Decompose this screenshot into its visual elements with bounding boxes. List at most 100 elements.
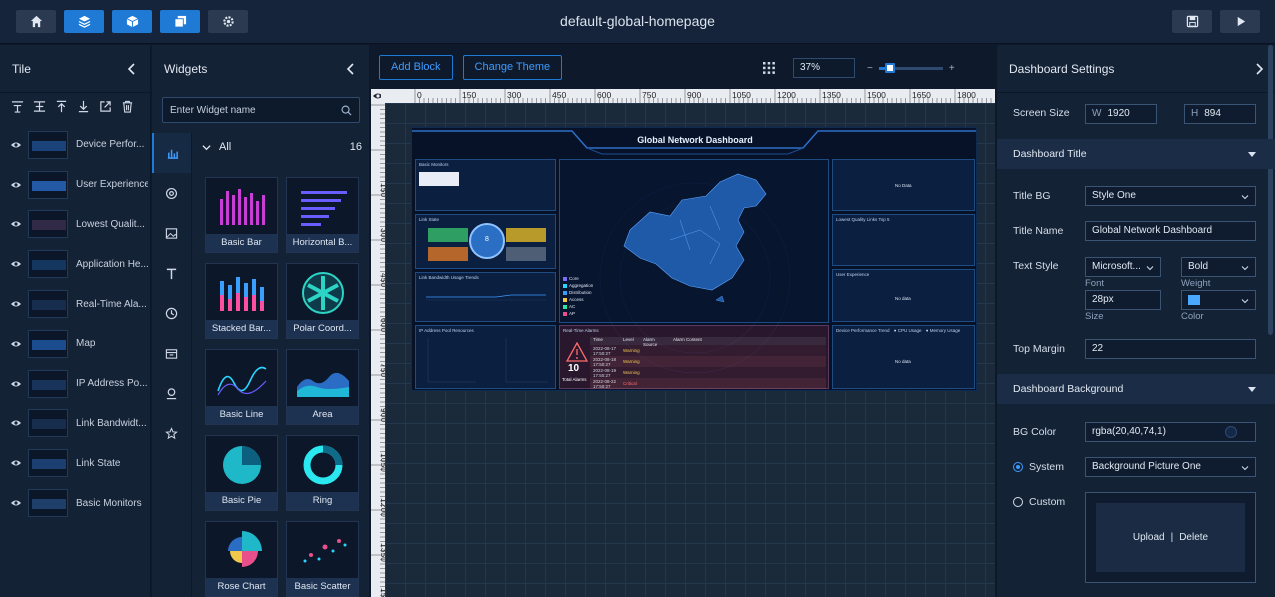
tile-item[interactable]: Link Bandwidt... xyxy=(0,404,150,444)
custom-radio-dot[interactable] xyxy=(1013,497,1023,507)
widget-card[interactable]: Basic Bar xyxy=(205,177,278,253)
custom-radio[interactable]: Custom xyxy=(1013,496,1065,508)
screen-height-input[interactable]: H 894 xyxy=(1184,104,1256,124)
category-map[interactable] xyxy=(152,373,191,413)
block-ip-pool[interactable]: IP Address Pool Resources xyxy=(415,325,556,389)
design-canvas[interactable]: Global Network Dashboard Basic Monitors … xyxy=(385,103,995,597)
eye-icon[interactable] xyxy=(10,299,22,309)
move-bottom-icon[interactable] xyxy=(76,99,90,113)
eye-icon[interactable] xyxy=(10,259,22,269)
font-size-input[interactable]: 28px xyxy=(1085,290,1161,310)
widget-thumbnail xyxy=(206,178,277,236)
block-link-bandwidth[interactable]: Link Bandwidth Usage Trends xyxy=(415,272,556,322)
widget-label: Basic Bar xyxy=(206,234,277,252)
tile-item[interactable]: Lowest Qualit... xyxy=(0,205,150,245)
category-gauge[interactable] xyxy=(152,173,191,213)
category-image[interactable] xyxy=(152,213,191,253)
block-device-performance-top[interactable]: No Data xyxy=(832,159,975,211)
top-margin-input[interactable]: 22 xyxy=(1085,339,1256,359)
move-top-icon[interactable] xyxy=(54,99,68,113)
tile-item[interactable]: Application He... xyxy=(0,244,150,284)
font-select[interactable]: Microsoft... xyxy=(1085,257,1161,277)
background-picture-select[interactable]: Background Picture One xyxy=(1085,457,1256,477)
tile-item[interactable]: IP Address Po... xyxy=(0,364,150,404)
widget-search-input[interactable] xyxy=(163,98,359,122)
add-block-button[interactable]: Add Block xyxy=(379,54,453,80)
widget-card[interactable]: Polar Coord... xyxy=(286,263,359,339)
widget-card[interactable]: Stacked Bar... xyxy=(205,263,278,339)
block-map[interactable]: Core Aggregation Distribution Access AC AP xyxy=(559,159,829,323)
eye-icon[interactable] xyxy=(10,418,22,428)
preview-button[interactable] xyxy=(1220,10,1260,33)
screen-width-input[interactable]: W 1920 xyxy=(1085,104,1157,124)
eye-icon[interactable] xyxy=(10,498,22,508)
zoom-input[interactable]: 37% xyxy=(793,58,855,78)
trash-icon[interactable] xyxy=(120,99,134,113)
settings-scrollbar[interactable] xyxy=(1268,45,1273,335)
map-legend-item: Core xyxy=(563,275,593,282)
title-bg-select[interactable]: Style One xyxy=(1085,186,1256,206)
title-color-picker[interactable] xyxy=(1181,290,1256,310)
category-text[interactable] xyxy=(152,253,191,293)
block-link-state[interactable]: Link State 8 xyxy=(415,214,556,269)
dashboard-title-section[interactable]: Dashboard Title xyxy=(997,139,1275,169)
zoom-out-button[interactable]: − xyxy=(867,63,873,74)
widget-group-header[interactable]: All 16 xyxy=(202,141,362,153)
collapse-right-icon[interactable] xyxy=(1253,62,1265,75)
alarm-row: 2022-08-19 17:50:27 Warning xyxy=(590,367,826,378)
eye-icon[interactable] xyxy=(10,219,22,229)
tile-item[interactable]: Device Perfor... xyxy=(0,125,150,165)
title-name-input[interactable]: Global Network Dashboard xyxy=(1085,221,1256,241)
save-button[interactable] xyxy=(1172,10,1212,33)
delete-link[interactable]: Delete xyxy=(1179,532,1208,543)
search-icon[interactable] xyxy=(341,105,352,116)
zoom-slider[interactable] xyxy=(878,62,943,73)
zoom-controls: 37% − + xyxy=(763,58,961,78)
system-radio-dot[interactable] xyxy=(1013,462,1023,472)
block-device-performance-trend[interactable]: Device Performance Trend ● CPU Usage ● M… xyxy=(832,325,975,389)
dashboard-background-section[interactable]: Dashboard Background xyxy=(997,374,1275,404)
category-clock[interactable] xyxy=(152,293,191,333)
widget-card[interactable]: Rose Chart xyxy=(205,521,278,597)
tile-item-label: Lowest Qualit... xyxy=(76,218,145,230)
widget-card[interactable]: Basic Line xyxy=(205,349,278,425)
widget-card[interactable]: Ring xyxy=(286,435,359,511)
block-user-experience[interactable]: User Experience No data xyxy=(832,269,975,322)
dashboard-preview[interactable]: Global Network Dashboard Basic Monitors … xyxy=(411,127,977,391)
system-radio[interactable]: System xyxy=(1013,461,1064,473)
upload-link[interactable]: Upload xyxy=(1133,532,1165,543)
collapse-left-icon[interactable] xyxy=(126,62,138,75)
bg-color-swatch[interactable] xyxy=(1225,426,1237,438)
widget-card[interactable]: Area xyxy=(286,349,359,425)
export-icon[interactable] xyxy=(98,99,112,113)
category-bar-chart[interactable] xyxy=(152,133,191,173)
category-favorites[interactable] xyxy=(152,413,191,453)
align-center-icon[interactable] xyxy=(32,99,46,113)
bg-color-input[interactable]: rgba(20,40,74,1) xyxy=(1085,422,1256,442)
eye-icon[interactable] xyxy=(10,140,22,150)
eye-icon[interactable] xyxy=(10,458,22,468)
category-box[interactable] xyxy=(152,333,191,373)
block-real-time-alarms[interactable]: Real-Time Alarms 10 Total Alarms Time Lev… xyxy=(559,325,829,389)
eye-icon[interactable] xyxy=(10,180,22,190)
zoom-in-button[interactable]: + xyxy=(949,63,955,74)
zoom-slider-handle[interactable] xyxy=(884,62,895,73)
eye-icon[interactable] xyxy=(10,339,22,349)
tile-item[interactable]: Link State xyxy=(0,443,150,483)
widget-card[interactable]: Horizontal B... xyxy=(286,177,359,253)
grid-icon[interactable] xyxy=(763,62,775,74)
widget-card[interactable]: Basic Pie xyxy=(205,435,278,511)
tile-item[interactable]: Map xyxy=(0,324,150,364)
tile-item[interactable]: Basic Monitors xyxy=(0,483,150,523)
weight-select[interactable]: Bold xyxy=(1181,257,1256,277)
change-theme-button[interactable]: Change Theme xyxy=(462,54,563,80)
warning-icon xyxy=(566,342,588,362)
block-lowest-quality[interactable]: Lowest Quality Links Top 5 xyxy=(832,214,975,266)
block-basic-monitors[interactable]: Basic Monitors xyxy=(415,159,556,211)
eye-icon[interactable] xyxy=(10,379,22,389)
tile-item[interactable]: Real-Time Ala... xyxy=(0,284,150,324)
align-top-icon[interactable] xyxy=(10,99,24,113)
tile-item[interactable]: User Experience xyxy=(0,165,150,205)
collapse-left-icon[interactable] xyxy=(345,63,357,75)
widget-card[interactable]: Basic Scatter xyxy=(286,521,359,597)
